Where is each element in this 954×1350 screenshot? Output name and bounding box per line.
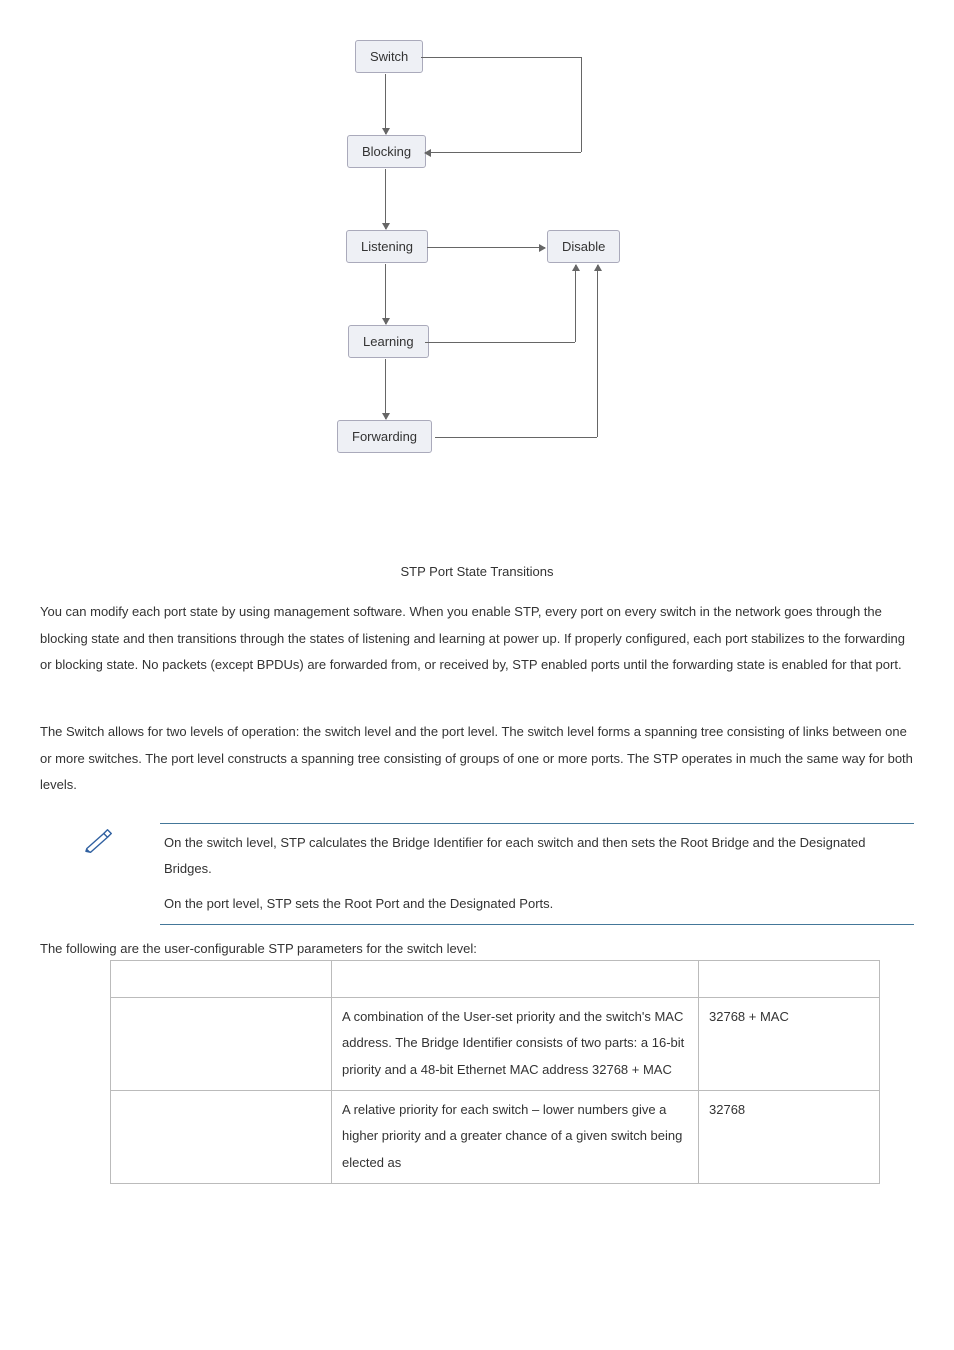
table-header-1 xyxy=(111,960,332,997)
hand-write-icon xyxy=(40,823,160,925)
node-learning: Learning xyxy=(348,325,429,358)
diagram-caption: STP Port State Transitions xyxy=(40,564,914,579)
table-header-3 xyxy=(699,960,880,997)
table-header-2 xyxy=(332,960,699,997)
note-line-1: On the switch level, STP calculates the … xyxy=(164,830,906,883)
table-lead: The following are the user-configurable … xyxy=(40,941,914,956)
paragraph-2: The Switch allows for two levels of oper… xyxy=(40,719,914,799)
note-callout: On the switch level, STP calculates the … xyxy=(40,823,914,925)
table-row: A combination of the User-set priority a… xyxy=(111,997,880,1090)
node-switch: Switch xyxy=(355,40,423,73)
table-row: A relative priority for each switch – lo… xyxy=(111,1090,880,1183)
node-forwarding: Forwarding xyxy=(337,420,432,453)
node-blocking: Blocking xyxy=(347,135,426,168)
paragraph-1: You can modify each port state by using … xyxy=(40,599,914,679)
node-disable: Disable xyxy=(547,230,620,263)
note-line-2: On the port level, STP sets the Root Por… xyxy=(164,891,906,918)
stp-params-table: A combination of the User-set priority a… xyxy=(110,960,880,1184)
node-listening: Listening xyxy=(346,230,428,263)
stp-state-diagram: Switch Blocking Listening Disable Learni… xyxy=(40,40,914,560)
